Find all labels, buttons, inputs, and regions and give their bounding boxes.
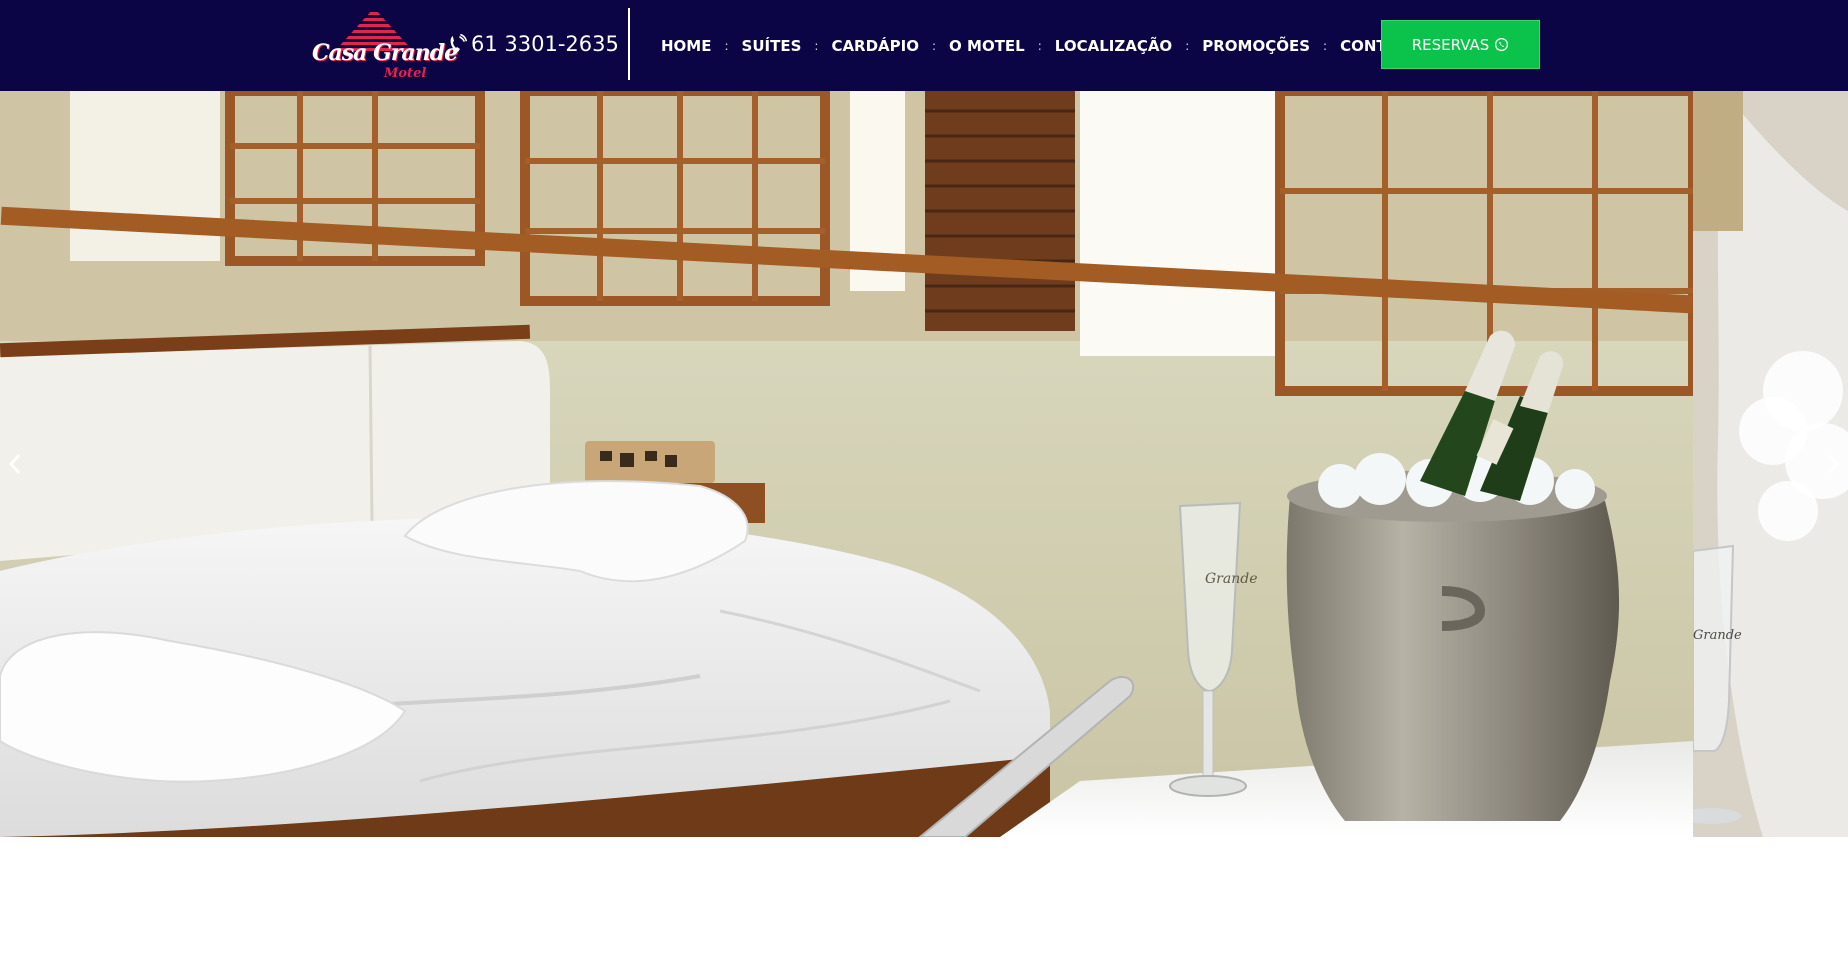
chevron-right-icon	[1827, 454, 1840, 474]
hero-slider: Grande Grande	[0, 91, 1848, 837]
nav-item-localizacao[interactable]: LOCALIZAÇÃO	[1042, 37, 1185, 55]
nav-item-promocoes[interactable]: PROMOÇÕES	[1189, 37, 1323, 55]
site-logo[interactable]: Casa Grande Motel	[310, 6, 458, 82]
svg-text:Grande: Grande	[1205, 571, 1258, 587]
phone-volume-icon	[450, 34, 467, 52]
reservas-button[interactable]: RESERVAS	[1381, 20, 1540, 69]
header-divider	[628, 8, 630, 80]
suite-bed-photo-illustration: Grande	[0, 91, 1693, 837]
logo-title: Casa Grande	[312, 40, 458, 66]
content-area-below-hero	[0, 837, 1848, 953]
slider-next-button[interactable]	[1818, 449, 1848, 479]
svg-text:Grande: Grande	[1693, 628, 1742, 643]
chevron-left-icon	[8, 454, 21, 474]
nav-item-suites[interactable]: SUÍTES	[729, 37, 815, 55]
hero-slide-suite: Grande	[0, 91, 1693, 837]
phone-number: 61 3301-2635	[471, 32, 619, 56]
nav-item-cardapio[interactable]: CARDÁPIO	[818, 37, 932, 55]
phone-link[interactable]: 61 3301-2635	[449, 28, 619, 60]
logo-subtitle: Motel	[384, 66, 427, 81]
nav-item-home[interactable]: HOME	[648, 37, 724, 55]
whatsapp-icon	[1495, 37, 1509, 52]
main-nav: HOME : SUÍTES : CARDÁPIO : O MOTEL : LOC…	[648, 0, 1432, 91]
slider-prev-button[interactable]	[0, 449, 30, 479]
nav-item-o-motel[interactable]: O MOTEL	[936, 37, 1038, 55]
site-header: Casa Grande Motel 61 3301-2635 HOME : SU…	[0, 0, 1848, 91]
reservas-label: RESERVAS	[1411, 35, 1490, 54]
